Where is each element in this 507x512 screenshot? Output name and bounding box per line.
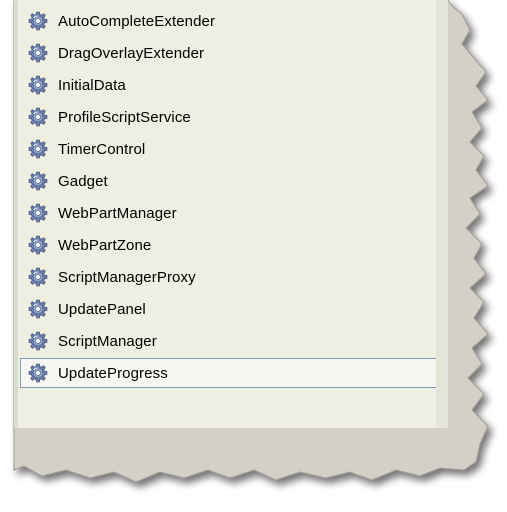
gear-icon xyxy=(28,267,48,287)
gear-icon xyxy=(28,235,48,255)
toolbox-item-label: WebPartManager xyxy=(58,204,177,222)
toolbox-item-label: Gadget xyxy=(58,172,108,190)
toolbox-item-label: TimerControl xyxy=(58,140,146,158)
toolbox-item-label: ProfileScriptService xyxy=(58,108,191,126)
gear-icon xyxy=(28,43,48,63)
gear-icon xyxy=(28,331,48,351)
toolbox-item-updatepanel[interactable]: UpdatePanel xyxy=(20,294,438,324)
toolbox-item-updateprogress[interactable]: UpdateProgress xyxy=(20,358,438,388)
toolbox-item-label: ScriptManagerProxy xyxy=(58,268,196,286)
gear-icon xyxy=(28,139,48,159)
toolbox-item-label: UpdatePanel xyxy=(58,300,146,318)
toolbox-item-label: DragOverlayExtender xyxy=(58,44,205,62)
gear-icon xyxy=(28,171,48,191)
toolbox-item-scriptmanager[interactable]: ScriptManager xyxy=(20,326,438,356)
toolbox-item-label: ScriptManager xyxy=(58,332,157,350)
toolbox-item-dragoverlayextender[interactable]: DragOverlayExtender xyxy=(20,38,438,68)
toolbox-item-initialdata[interactable]: InitialData xyxy=(20,70,438,100)
toolbox-item-autocompleteextender[interactable]: AutoCompleteExtender xyxy=(20,6,438,36)
toolbox-item-label: WebPartZone xyxy=(58,236,152,254)
toolbox-item-webpartmanager[interactable]: WebPartManager xyxy=(20,198,438,228)
toolbox-item-profilescriptservice[interactable]: ProfileScriptService xyxy=(20,102,438,132)
toolbox-left-stripe xyxy=(14,0,18,428)
gear-icon xyxy=(28,299,48,319)
toolbox-item-timercontrol[interactable]: TimerControl xyxy=(20,134,438,164)
toolbox-item-label: InitialData xyxy=(58,76,126,94)
gear-icon xyxy=(28,107,48,127)
gear-icon xyxy=(28,11,48,31)
gear-icon xyxy=(28,363,48,383)
toolbox-item-label: UpdateProgress xyxy=(58,364,168,382)
gear-icon xyxy=(28,75,48,95)
toolbox-list: AutoCompleteExtender DragOverlayExtender… xyxy=(14,0,448,428)
toolbox-item-label: AutoCompleteExtender xyxy=(58,12,216,30)
toolbox-item-scriptmanagerproxy[interactable]: ScriptManagerProxy xyxy=(20,262,438,292)
toolbox-item-gadget[interactable]: Gadget xyxy=(20,166,438,196)
gear-icon xyxy=(28,203,48,223)
toolbox-right-edge xyxy=(436,0,448,428)
toolbox-item-webpartzone[interactable]: WebPartZone xyxy=(20,230,438,260)
